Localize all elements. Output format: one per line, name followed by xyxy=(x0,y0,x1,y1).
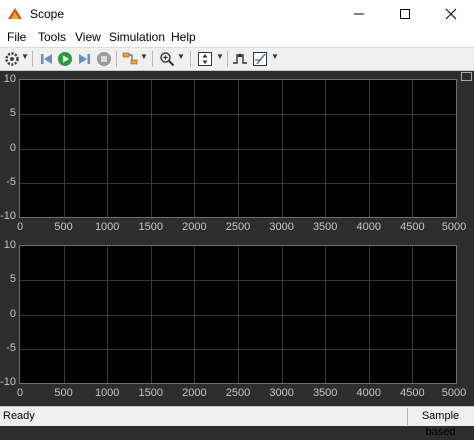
y-tick-label: 0 xyxy=(9,141,16,154)
toolbar-separator xyxy=(152,51,153,67)
menu-file[interactable]: File xyxy=(7,30,26,44)
menu-bar: File Tools View Simulation Help xyxy=(0,28,474,47)
x-tick-label: 1000 xyxy=(94,221,120,233)
x-tick-label: 500 xyxy=(54,221,73,233)
status-text: Ready xyxy=(3,410,35,422)
axes-bottom[interactable] xyxy=(19,245,457,384)
y-tick-label: 10 xyxy=(3,73,16,85)
zoom-dropdown-icon[interactable]: ▼ xyxy=(177,52,185,61)
x-tick-label: 1500 xyxy=(138,387,164,399)
y-tick-label: -10 xyxy=(0,210,16,222)
grid-line-horizontal xyxy=(20,348,456,350)
run-icon[interactable] xyxy=(57,51,73,67)
title-bar: Scope xyxy=(0,0,474,28)
toolbar-separator xyxy=(190,51,191,67)
y-tick-label: 0 xyxy=(9,307,16,320)
grid-line-horizontal xyxy=(20,314,456,316)
maximize-button[interactable] xyxy=(382,0,428,28)
axes-top[interactable] xyxy=(19,79,457,218)
y-tick-label: 5 xyxy=(9,107,16,120)
measurements-dropdown-icon[interactable]: ▼ xyxy=(271,52,279,61)
x-tick-label: 2000 xyxy=(182,221,207,233)
x-tick-label: 500 xyxy=(54,387,73,399)
cursor-measurements-icon[interactable] xyxy=(252,51,268,67)
x-tick-label: 4000 xyxy=(356,387,382,399)
x-tick-label: 0 xyxy=(16,387,24,399)
x-tick-label: 1500 xyxy=(138,221,164,233)
highlight-simulink-block-icon[interactable] xyxy=(122,51,138,67)
y-tick-label: -5 xyxy=(6,341,16,354)
y-tick-label: -10 xyxy=(0,376,16,388)
x-tick-label: 5000 xyxy=(441,221,467,233)
step-forward-icon[interactable] xyxy=(77,51,93,67)
grid-line-horizontal xyxy=(20,114,456,116)
y-tick-label: 10 xyxy=(3,239,16,251)
y-tick-label: 5 xyxy=(9,273,16,286)
menu-view[interactable]: View xyxy=(75,30,101,44)
x-tick-label: 0 xyxy=(16,221,24,233)
grid-line-horizontal xyxy=(20,182,456,184)
maximize-icon xyxy=(400,9,410,19)
settings-dropdown-icon[interactable]: ▼ xyxy=(21,52,29,61)
scale-dropdown-icon[interactable]: ▼ xyxy=(216,52,224,61)
toolbar: ▼ ▼ ▼ ▼ ▼ xyxy=(0,47,474,71)
x-tick-label: 2500 xyxy=(225,221,251,233)
window-title: Scope xyxy=(30,7,65,21)
x-tick-label: 3500 xyxy=(312,221,338,233)
x-tick-label: 2000 xyxy=(182,387,207,399)
sample-mode-indicator: Sample based xyxy=(407,408,473,438)
zoom-in-icon[interactable] xyxy=(159,51,175,67)
close-icon xyxy=(445,8,457,20)
step-back-icon[interactable] xyxy=(38,51,54,67)
grid-line-horizontal xyxy=(20,148,456,150)
x-tick-label: 1000 xyxy=(94,387,120,399)
undock-icon[interactable] xyxy=(461,72,472,81)
menu-tools[interactable]: Tools xyxy=(38,30,66,44)
x-tick-label: 3500 xyxy=(312,387,338,399)
toolbar-separator xyxy=(32,51,33,67)
stop-icon[interactable] xyxy=(96,51,112,67)
x-tick-label: 5000 xyxy=(441,387,467,399)
x-tick-label: 4500 xyxy=(400,387,425,399)
status-bar: Ready Sample based xyxy=(0,406,474,438)
toolbar-separator xyxy=(227,51,228,67)
toolbar-separator xyxy=(116,51,117,67)
y-tick-label: -5 xyxy=(6,175,16,188)
matlab-scope-icon xyxy=(8,8,22,19)
x-tick-label: 4500 xyxy=(400,221,425,233)
menu-help[interactable]: Help xyxy=(171,30,196,44)
x-tick-label: 2500 xyxy=(225,387,251,399)
triggers-icon[interactable] xyxy=(232,51,248,67)
scale-axes-icon[interactable] xyxy=(197,51,213,67)
grid-line-horizontal xyxy=(20,280,456,282)
close-button[interactable] xyxy=(428,0,474,28)
minimize-button[interactable] xyxy=(336,0,382,28)
highlight-dropdown-icon[interactable]: ▼ xyxy=(140,52,148,61)
x-tick-label: 4000 xyxy=(356,221,382,233)
minimize-icon xyxy=(354,13,364,15)
x-tick-label: 3000 xyxy=(269,387,294,399)
menu-simulation[interactable]: Simulation xyxy=(109,30,165,44)
x-tick-label: 3000 xyxy=(269,221,294,233)
settings-icon[interactable] xyxy=(4,51,20,67)
